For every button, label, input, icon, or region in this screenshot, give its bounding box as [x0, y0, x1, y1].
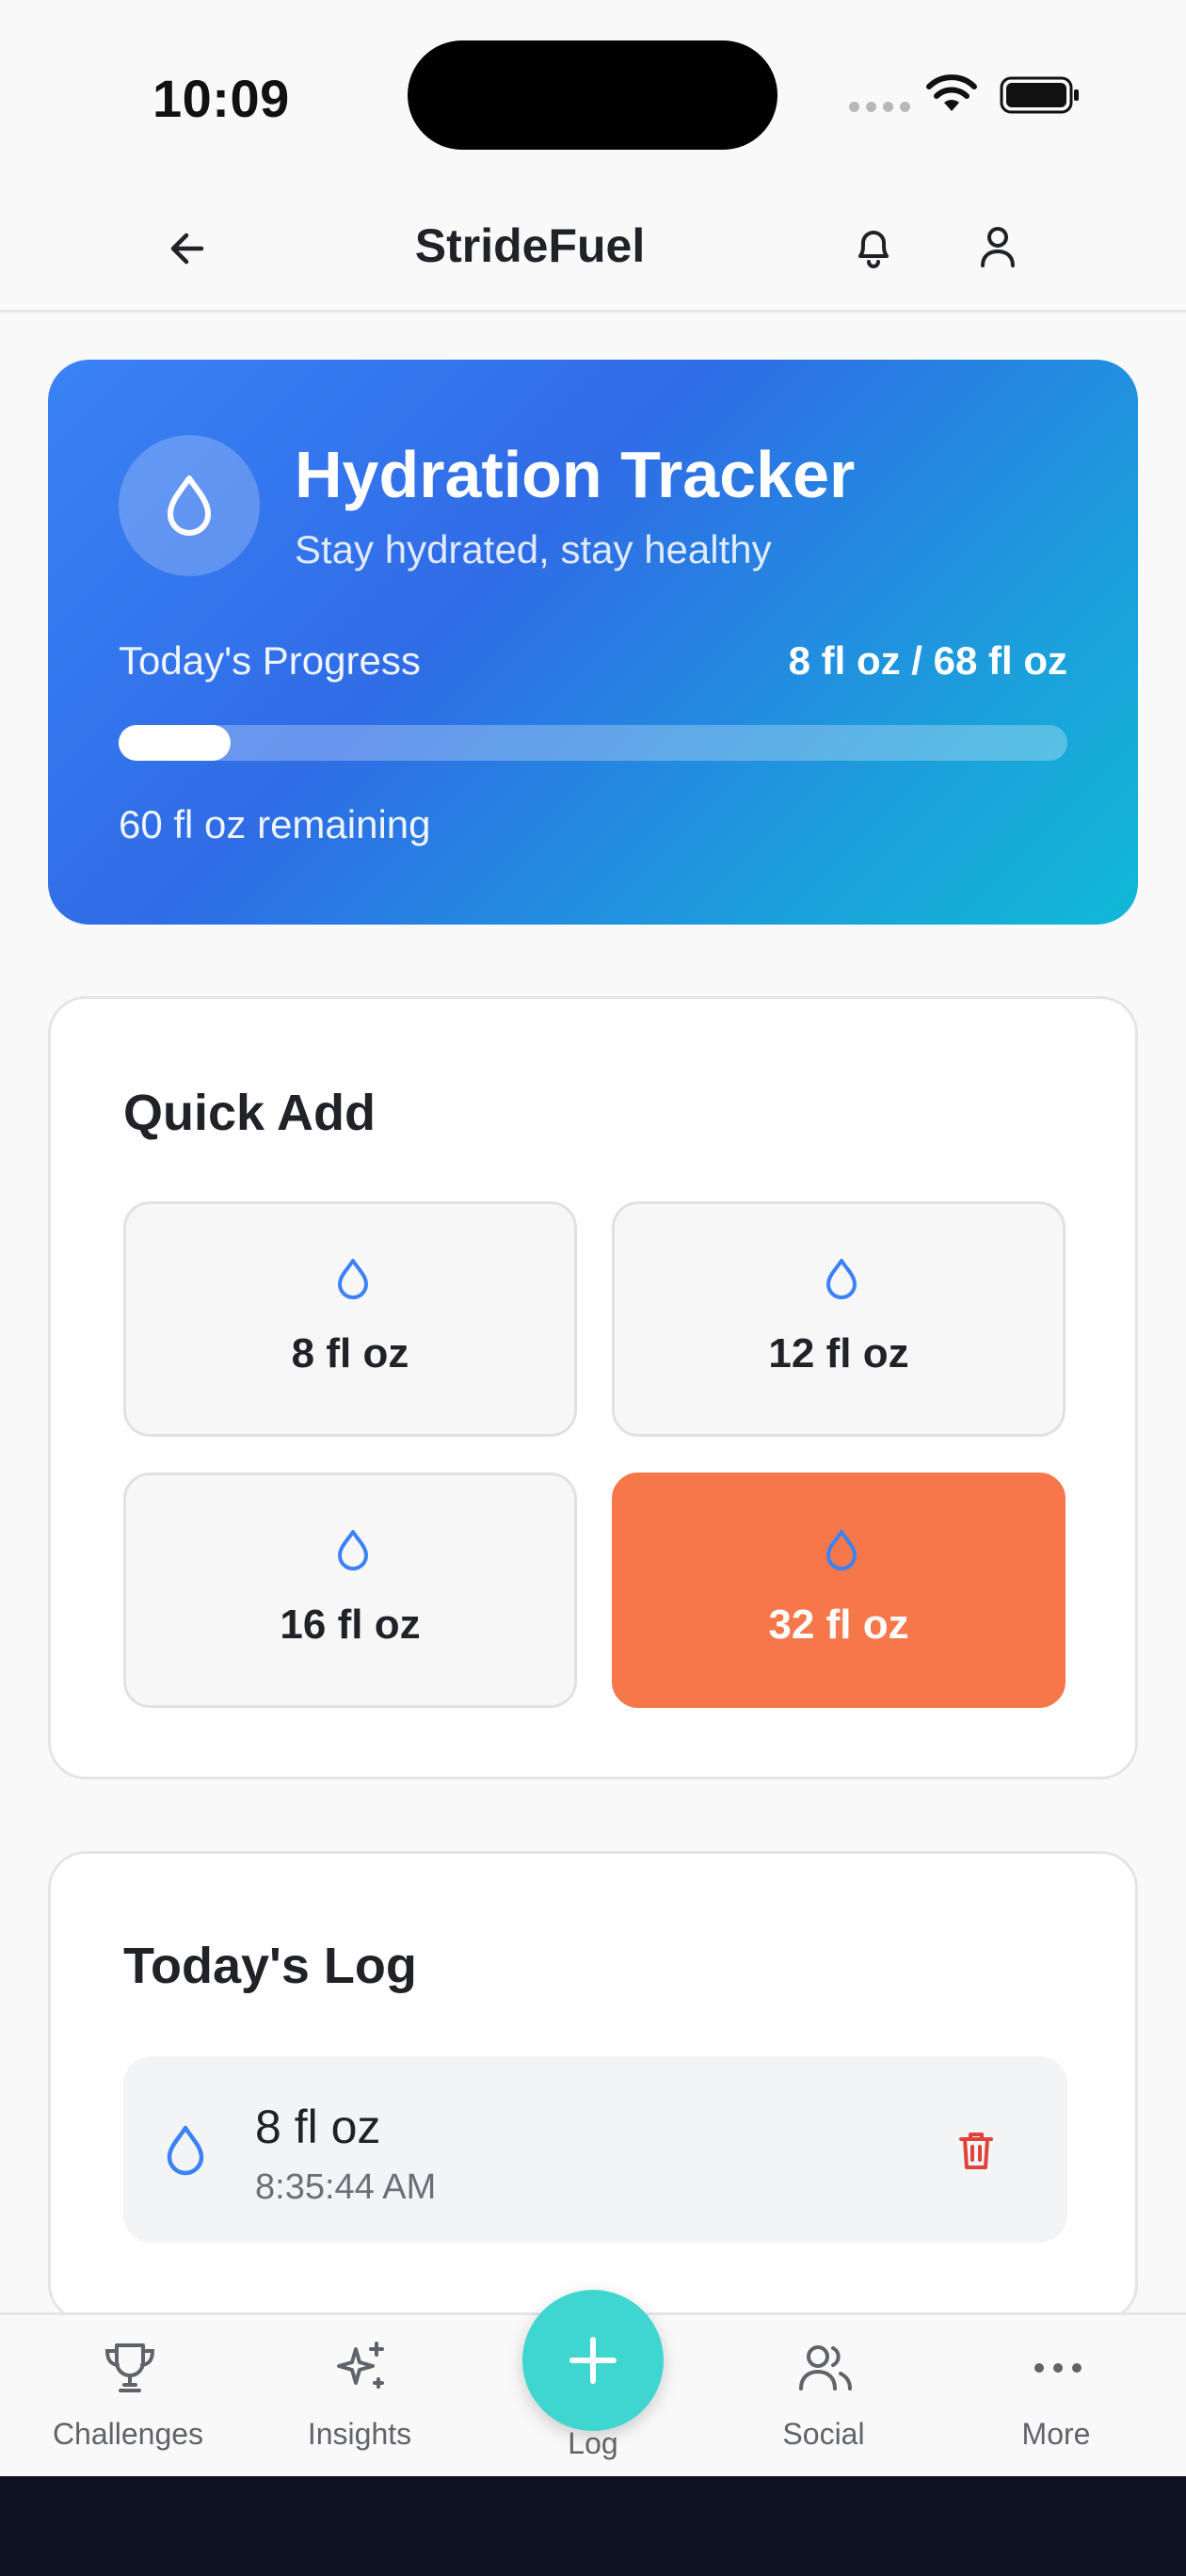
water-drop-icon: [338, 1259, 368, 1299]
wifi-icon: [926, 74, 977, 111]
todays-log-title: Today's Log: [123, 1938, 417, 1994]
app-header: StrideFuel: [0, 179, 1186, 313]
remaining-text: 60 fl oz remaining: [119, 802, 431, 846]
quick-add-label: 8 fl oz: [291, 1330, 409, 1377]
water-drop-icon: [826, 1530, 857, 1570]
nav-more[interactable]: More: [953, 2315, 1160, 2479]
dynamic-island: [408, 40, 777, 150]
quick-add-card: Quick Add 8 fl oz 12 fl oz 16 fl oz 32 f…: [48, 996, 1138, 1779]
plus-icon: [569, 2337, 617, 2384]
hero-title: Hydration Tracker: [295, 438, 856, 511]
todays-log-card: Today's Log 8 fl oz 8:35:44 AM: [48, 1851, 1138, 2322]
status-time: 10:09: [152, 69, 290, 128]
quick-add-label: 12 fl oz: [768, 1330, 909, 1377]
water-drop-icon: [826, 1259, 857, 1299]
log-entry-amount: 8 fl oz: [255, 2101, 381, 2153]
nav-insights[interactable]: Insights: [256, 2315, 463, 2479]
nav-social[interactable]: Social: [720, 2315, 927, 2479]
bell-icon[interactable]: [847, 220, 900, 273]
app-screen: 10:09 StrideFuel Hydration Tracker Stay …: [0, 0, 1186, 2576]
progress-bar: [119, 725, 1067, 761]
nav-label-log: Log: [568, 2426, 618, 2460]
nav-challenges[interactable]: Challenges: [24, 2315, 232, 2479]
progress-bar-fill: [119, 725, 231, 761]
hero-subtitle: Stay hydrated, stay healthy: [295, 527, 772, 572]
quick-add-label: 32 fl oz: [768, 1602, 909, 1648]
quick-add-32-button[interactable]: 32 fl oz: [612, 1473, 1066, 1708]
hydration-hero-card: Hydration Tracker Stay hydrated, stay he…: [48, 360, 1138, 925]
add-log-button[interactable]: [522, 2290, 664, 2431]
nav-label: More: [1021, 2417, 1091, 2451]
quick-add-16-button[interactable]: 16 fl oz: [123, 1473, 577, 1708]
battery-icon: [1000, 76, 1079, 114]
app-title: StrideFuel: [414, 219, 646, 272]
home-indicator-area: [0, 2476, 1186, 2576]
water-drop-icon: [168, 475, 211, 536]
water-drop-icon: [338, 1530, 368, 1570]
nav-label: Social: [782, 2417, 865, 2451]
signal-icon: [849, 102, 910, 112]
status-bar: 10:09: [0, 0, 1186, 179]
quick-add-title: Quick Add: [123, 1085, 377, 1141]
log-entry: 8 fl oz 8:35:44 AM: [123, 2056, 1067, 2243]
ellipsis-icon: [1034, 2363, 1082, 2373]
water-drop-icon: [167, 2125, 204, 2176]
progress-label: Today's Progress: [119, 638, 421, 683]
trophy-icon: [104, 2343, 155, 2392]
nav-label: Challenges: [52, 2417, 204, 2451]
sparkles-icon: [337, 2342, 384, 2389]
user-icon[interactable]: [971, 220, 1024, 273]
users-icon: [799, 2345, 852, 2391]
progress-value: 8 fl oz / 68 fl oz: [788, 638, 1067, 683]
quick-add-8-button[interactable]: 8 fl oz: [123, 1201, 577, 1437]
quick-add-12-button[interactable]: 12 fl oz: [612, 1201, 1066, 1437]
trash-icon[interactable]: [952, 2126, 1001, 2175]
quick-add-label: 16 fl oz: [280, 1602, 421, 1648]
nav-label: Insights: [307, 2417, 412, 2451]
log-entry-time: 8:35:44 AM: [255, 2167, 437, 2207]
hero-icon-badge: [119, 435, 260, 576]
